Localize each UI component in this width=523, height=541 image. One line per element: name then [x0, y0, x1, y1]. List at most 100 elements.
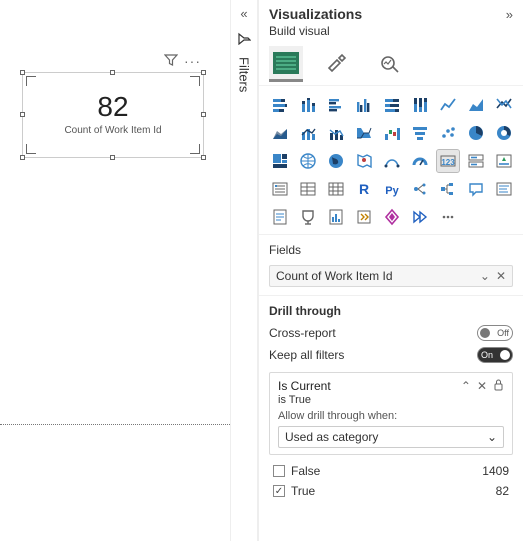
- page-boundary: [0, 424, 230, 425]
- drill-mode-value: Used as category: [285, 430, 378, 444]
- viz-power-auto-icon[interactable]: [409, 206, 431, 228]
- format-tab[interactable]: [321, 46, 355, 82]
- svg-text:Py: Py: [385, 185, 399, 197]
- viz-line-col2-icon[interactable]: [325, 122, 347, 144]
- viz-line-icon[interactable]: [437, 94, 459, 116]
- viz-matrix-icon[interactable]: [325, 178, 347, 200]
- card-label: Count of Work Item Id: [23, 125, 203, 136]
- resize-handle[interactable]: [201, 155, 206, 160]
- viz-stacked-column-icon[interactable]: [297, 94, 319, 116]
- field-well-item[interactable]: Count of Work Item Id ⌄ ✕: [269, 265, 513, 287]
- viz-map-shape-icon[interactable]: [353, 150, 375, 172]
- viz-table-icon[interactable]: [297, 178, 319, 200]
- resize-handle[interactable]: [20, 112, 25, 117]
- filters-label: Filters: [237, 57, 252, 92]
- remove-icon[interactable]: ✕: [477, 379, 487, 393]
- visualization-type-grid: 123 R Py: [259, 86, 523, 234]
- collapse-pane-icon[interactable]: »: [506, 7, 513, 22]
- keep-all-filters-toggle[interactable]: On: [477, 347, 513, 363]
- drill-option-count: 82: [496, 484, 509, 498]
- visualizations-pane: Visualizations » Build visual 123 R Py Fie…: [258, 0, 523, 541]
- more-icon[interactable]: ···: [184, 53, 201, 69]
- focus-corner: [190, 144, 200, 154]
- viz-map-icon[interactable]: [297, 150, 319, 172]
- viz-map-arc-icon[interactable]: [381, 150, 403, 172]
- allow-drill-label: Allow drill through when:: [278, 410, 504, 422]
- viz-goals-icon[interactable]: [297, 206, 319, 228]
- pane-title: Visualizations: [269, 6, 362, 22]
- card-visual[interactable]: ··· 82 Count of Work Item Id: [22, 72, 204, 158]
- viz-multi-card-icon[interactable]: [465, 150, 487, 172]
- resize-handle[interactable]: [201, 70, 206, 75]
- viz-filled-map-icon[interactable]: [325, 150, 347, 172]
- focus-corner: [26, 144, 36, 154]
- drill-option-row[interactable]: ✓True82: [259, 481, 523, 501]
- viz-stacked-bar-icon[interactable]: [269, 94, 291, 116]
- resize-handle[interactable]: [110, 70, 115, 75]
- viz-paginated-icon[interactable]: [269, 206, 291, 228]
- remove-field-icon[interactable]: ✕: [496, 269, 506, 283]
- viz-ribbon-v-icon[interactable]: [353, 122, 375, 144]
- focus-corner: [26, 76, 36, 86]
- build-tab[interactable]: [269, 46, 303, 82]
- cross-report-label: Cross-report: [269, 326, 336, 340]
- viz-smart-icon[interactable]: [493, 178, 515, 200]
- card-value: 82: [23, 91, 203, 123]
- viz-qna-icon[interactable]: [465, 178, 487, 200]
- analytics-tab[interactable]: [373, 46, 407, 82]
- viz-area-icon[interactable]: [465, 94, 487, 116]
- svg-text:R: R: [359, 181, 369, 197]
- viz-key-influencers-icon[interactable]: [409, 178, 431, 200]
- drill-field-name: Is Current: [278, 379, 331, 393]
- viz-scatter-icon[interactable]: [437, 122, 459, 144]
- svg-text:123: 123: [441, 158, 455, 167]
- viz-area-stacked-icon[interactable]: [269, 122, 291, 144]
- viz-metrics-icon[interactable]: [325, 206, 347, 228]
- resize-handle[interactable]: [110, 155, 115, 160]
- viz-grouped-column-icon[interactable]: [353, 94, 375, 116]
- focus-corner: [190, 76, 200, 86]
- viz-100-bar-icon[interactable]: [381, 94, 403, 116]
- viz-waterfall-icon[interactable]: [381, 122, 403, 144]
- lock-icon[interactable]: [493, 379, 504, 393]
- chevron-up-icon[interactable]: ⌃: [461, 379, 471, 393]
- viz-treemap-icon[interactable]: [269, 150, 291, 172]
- checkbox-icon[interactable]: ✓: [273, 485, 285, 497]
- chevron-down-icon: ⌄: [487, 430, 497, 444]
- drill-option-row[interactable]: False1409: [259, 461, 523, 481]
- viz-app-icon[interactable]: [353, 206, 375, 228]
- drill-through-field: Is Current ⌃ ✕ is True Allow drill throu…: [269, 372, 513, 455]
- checkbox-icon[interactable]: [273, 465, 285, 477]
- resize-handle[interactable]: [20, 155, 25, 160]
- chevron-down-icon[interactable]: ⌄: [480, 269, 490, 283]
- report-canvas[interactable]: ··· 82 Count of Work Item Id: [0, 0, 230, 541]
- viz-kpi-icon[interactable]: [493, 150, 515, 172]
- viz-pie-icon[interactable]: [465, 122, 487, 144]
- drill-mode-dropdown[interactable]: Used as category ⌄: [278, 426, 504, 448]
- cross-report-toggle[interactable]: Off: [477, 325, 513, 341]
- viz-card-number-icon[interactable]: 123: [437, 150, 459, 172]
- filters-collapsed-rail[interactable]: « Filters: [230, 0, 258, 541]
- filter-icon[interactable]: [164, 53, 178, 69]
- expand-filters-icon[interactable]: «: [240, 6, 247, 21]
- viz-100-column-icon[interactable]: [409, 94, 431, 116]
- viz-r-visual-icon[interactable]: R: [353, 178, 375, 200]
- viz-gauge-icon[interactable]: [409, 150, 431, 172]
- viz-donut-icon[interactable]: [493, 122, 515, 144]
- resize-handle[interactable]: [201, 112, 206, 117]
- viz-grouped-bar-icon[interactable]: [325, 94, 347, 116]
- keep-all-filters-label: Keep all filters: [269, 348, 344, 362]
- viz-decomposition-icon[interactable]: [437, 178, 459, 200]
- viz-line-col-icon[interactable]: [297, 122, 319, 144]
- build-visual-label: Build visual: [259, 24, 523, 42]
- viz-ribbon-icon[interactable]: [493, 94, 515, 116]
- viz-power-app-icon[interactable]: [381, 206, 403, 228]
- resize-handle[interactable]: [20, 70, 25, 75]
- viz-more-icon[interactable]: [437, 206, 459, 228]
- viz-python-visual-icon[interactable]: Py: [381, 178, 403, 200]
- viz-funnel-icon[interactable]: [409, 122, 431, 144]
- drill-field-desc: is True: [278, 394, 504, 406]
- viz-slicer-icon[interactable]: [269, 178, 291, 200]
- fields-heading: Fields: [259, 234, 523, 261]
- filters-funnel-icon[interactable]: [237, 31, 251, 45]
